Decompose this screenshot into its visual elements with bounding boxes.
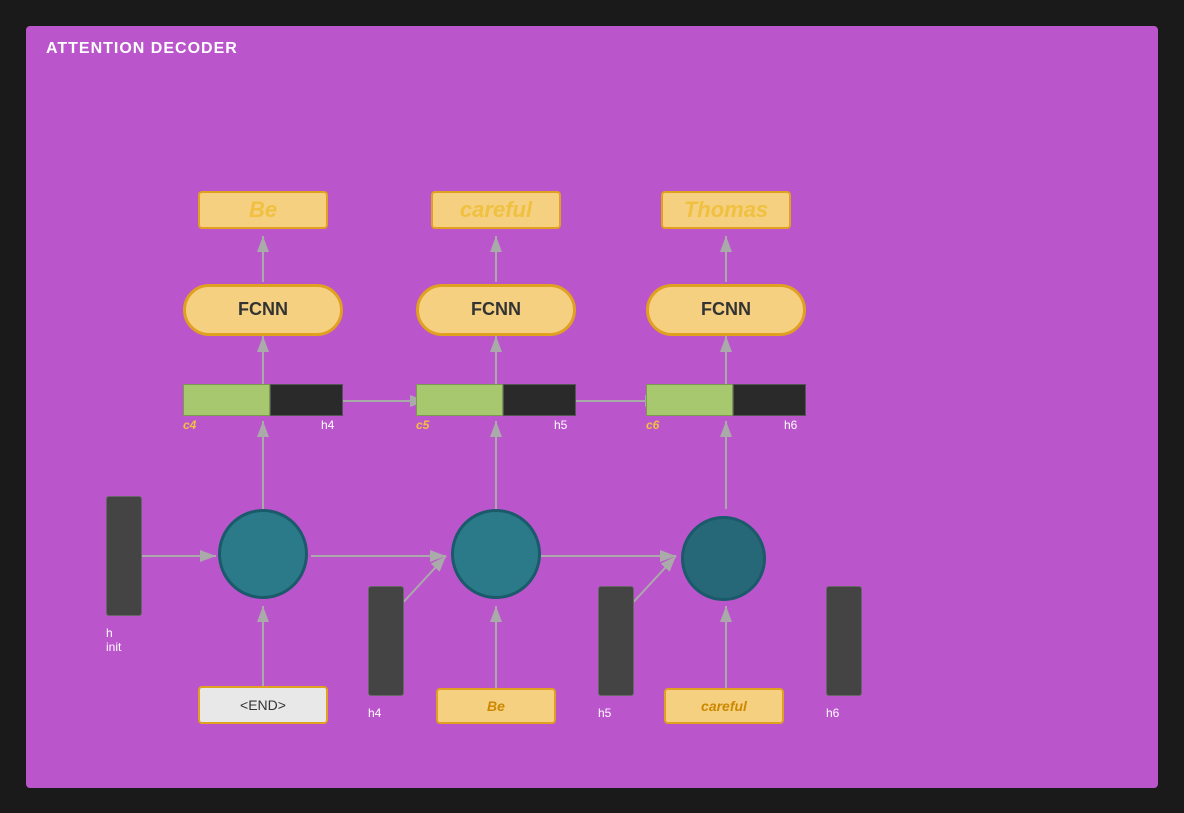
state-dark-1 xyxy=(270,384,343,416)
main-diagram: ATTENTION DECODER xyxy=(22,22,1162,792)
fcnn-label-3: FCNN xyxy=(701,299,751,320)
state-green-1 xyxy=(183,384,270,416)
state-green-3 xyxy=(646,384,733,416)
h6-state-label: h6 xyxy=(784,418,797,432)
output-word-careful: careful xyxy=(431,191,561,229)
h5-bar-label: h5 xyxy=(598,706,611,720)
h5-state-label: h5 xyxy=(554,418,567,432)
fcnn-node-3: FCNN xyxy=(646,284,806,336)
h6-bar-label: h6 xyxy=(826,706,839,720)
h5-input-bar xyxy=(598,586,634,696)
decoder-circle-1 xyxy=(218,509,308,599)
fcnn-label-1: FCNN xyxy=(238,299,288,320)
output-word-thomas: Thomas xyxy=(661,191,791,229)
h4-state-label: h4 xyxy=(321,418,334,432)
h6-input-bar xyxy=(826,586,862,696)
state-green-2 xyxy=(416,384,503,416)
state-bar-2 xyxy=(416,384,576,416)
c6-label: c6 xyxy=(646,418,659,432)
state-bar-1 xyxy=(183,384,343,416)
state-dark-3 xyxy=(733,384,806,416)
c5-label: c5 xyxy=(416,418,429,432)
end-token-label: <END> xyxy=(240,697,286,713)
h-init-bar xyxy=(106,496,142,616)
diagram-title: ATTENTION DECODER xyxy=(46,40,238,58)
h-init-label: h init xyxy=(106,626,121,654)
fcnn-node-2: FCNN xyxy=(416,284,576,336)
careful-input-token: careful xyxy=(664,688,784,724)
be-input-label: Be xyxy=(487,698,505,714)
output-word-be: Be xyxy=(198,191,328,229)
output-label-thomas: Thomas xyxy=(684,197,768,223)
h4-input-bar xyxy=(368,586,404,696)
fcnn-node-1: FCNN xyxy=(183,284,343,336)
fcnn-label-2: FCNN xyxy=(471,299,521,320)
decoder-circle-3 xyxy=(681,516,766,601)
state-dark-2 xyxy=(503,384,576,416)
c4-label: c4 xyxy=(183,418,196,432)
state-bar-3 xyxy=(646,384,806,416)
be-input-token: Be xyxy=(436,688,556,724)
end-token: <END> xyxy=(198,686,328,724)
output-label-careful: careful xyxy=(460,197,532,223)
decoder-circle-2 xyxy=(451,509,541,599)
h4-bar-label: h4 xyxy=(368,706,381,720)
output-label-be: Be xyxy=(249,197,277,223)
careful-input-label: careful xyxy=(701,698,747,714)
